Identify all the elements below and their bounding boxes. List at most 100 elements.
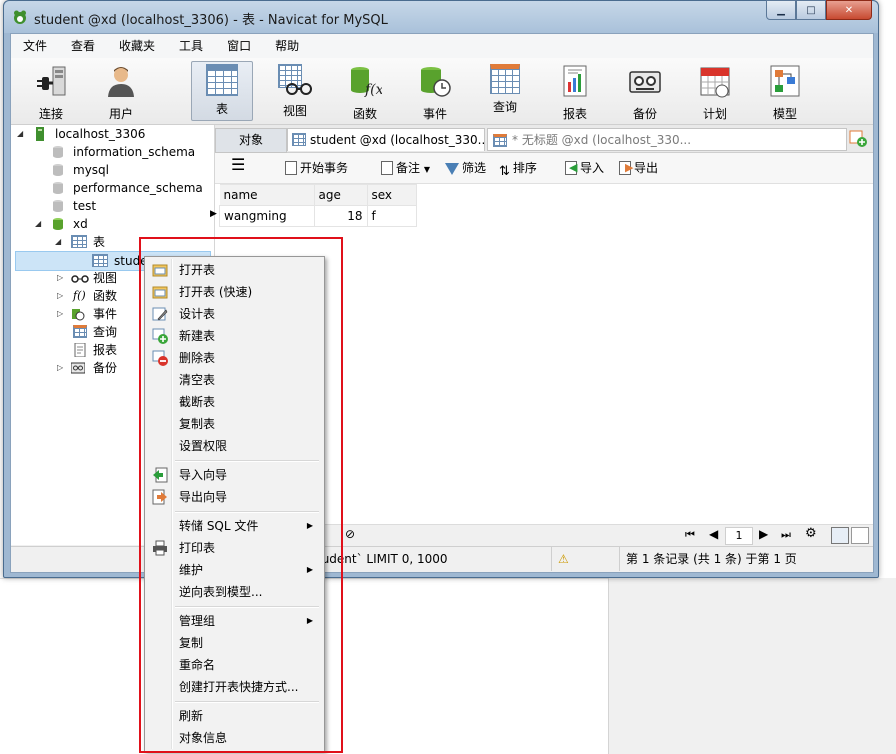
expand-arrow-icon[interactable]: ▷ bbox=[57, 269, 63, 287]
tab-untitled-query[interactable]: * 无标题 @xd (localhost_330... bbox=[487, 128, 847, 151]
stop-icon[interactable]: ⊘ bbox=[345, 527, 355, 541]
event-button[interactable]: 事件 bbox=[405, 62, 465, 121]
menu-item-object-info[interactable]: 对象信息 bbox=[147, 727, 321, 749]
new-query-icon[interactable] bbox=[847, 129, 869, 149]
first-page-icon[interactable]: ⏮ bbox=[685, 528, 695, 542]
menu-item-maintain[interactable]: 维护 ▶ bbox=[147, 559, 321, 581]
settings-gear-icon[interactable]: ⚙ bbox=[805, 526, 817, 541]
column-header-age[interactable]: age bbox=[313, 184, 368, 206]
menu-label: 逆向表到模型... bbox=[179, 585, 263, 599]
table-button[interactable]: 表 bbox=[191, 61, 253, 121]
cell-age[interactable]: 18 bbox=[313, 205, 368, 227]
menu-item-copy[interactable]: 复制 bbox=[147, 632, 321, 654]
import-wizard-icon bbox=[153, 467, 168, 483]
sort-icon: ⇅ bbox=[499, 164, 510, 179]
note-button[interactable]: 备注 ▼ bbox=[381, 160, 430, 178]
warning-icon[interactable]: ⚠ bbox=[551, 547, 619, 571]
database-label: xd bbox=[73, 217, 88, 231]
menu-label: 刷新 bbox=[179, 709, 204, 723]
collapse-arrow-icon[interactable]: ◢ bbox=[17, 125, 23, 143]
view-button[interactable]: 视图 bbox=[265, 62, 325, 120]
close-button[interactable]: ✕ bbox=[826, 0, 872, 20]
print-icon bbox=[153, 540, 167, 556]
menu-item-duplicate-table[interactable]: 复制表 bbox=[147, 413, 321, 435]
cell-name[interactable]: ▶ wangming bbox=[210, 205, 315, 227]
menu-help[interactable]: 帮助 bbox=[263, 34, 311, 58]
next-page-icon[interactable]: ▶ bbox=[759, 527, 768, 541]
menu-item-manage-group[interactable]: 管理组 ▶ bbox=[147, 610, 321, 632]
menu-window[interactable]: 窗口 bbox=[215, 34, 263, 58]
menu-item-set-permissions[interactable]: 设置权限 bbox=[147, 435, 321, 457]
sort-button[interactable]: ⇅ 排序 bbox=[499, 160, 537, 179]
schedule-button[interactable]: 计划 bbox=[685, 62, 745, 121]
menu-item-new-table[interactable]: 新建表 bbox=[147, 325, 321, 347]
tree-node-label: 视图 bbox=[93, 271, 118, 285]
submenu-arrow-icon: ▶ bbox=[306, 616, 313, 625]
menu-item-export-wizard[interactable]: 导出向导 bbox=[147, 486, 321, 508]
menu-label: 设置权限 bbox=[179, 439, 228, 453]
table-row[interactable]: ▶ wangming 18 f bbox=[210, 205, 417, 227]
expand-arrow-icon[interactable]: ▷ bbox=[57, 359, 63, 377]
dropdown-arrow-icon[interactable]: ▼ bbox=[424, 165, 430, 174]
menu-tools[interactable]: 工具 bbox=[167, 34, 215, 58]
expand-arrow-icon[interactable]: ▷ bbox=[57, 305, 63, 323]
hamburger-menu-icon[interactable]: ☰ bbox=[231, 157, 245, 173]
menu-item-refresh[interactable]: 刷新 bbox=[147, 705, 321, 727]
view-icon bbox=[278, 64, 312, 98]
filter-button[interactable]: 筛选 bbox=[445, 160, 486, 176]
connect-button[interactable]: 连接 bbox=[21, 62, 81, 121]
tab-objects[interactable]: 对象 bbox=[215, 128, 287, 153]
column-header-sex[interactable]: sex bbox=[366, 184, 417, 206]
backup-button[interactable]: 备份 bbox=[615, 62, 675, 121]
menu-item-rename[interactable]: 重命名 bbox=[147, 654, 321, 676]
menu-item-truncate-table[interactable]: 截断表 bbox=[147, 391, 321, 413]
menu-file[interactable]: 文件 bbox=[11, 34, 59, 58]
begin-transaction-button[interactable]: 开始事务 bbox=[285, 160, 348, 176]
page-number-input[interactable]: 1 bbox=[725, 527, 753, 545]
schedule-icon bbox=[700, 67, 730, 98]
previous-page-icon[interactable]: ◀ bbox=[709, 527, 718, 541]
minimize-button[interactable]: ▁ bbox=[766, 0, 796, 20]
model-button[interactable]: 模型 bbox=[755, 62, 815, 121]
menu-item-reverse-to-model[interactable]: 逆向表到模型... bbox=[147, 581, 321, 603]
collapse-arrow-icon[interactable]: ◢ bbox=[55, 233, 61, 251]
last-page-icon[interactable]: ⏭ bbox=[781, 528, 791, 542]
view-icon bbox=[71, 275, 89, 283]
menu-item-print-table[interactable]: 打印表 bbox=[147, 537, 321, 559]
table-icon bbox=[71, 235, 87, 248]
menu-item-delete-table[interactable]: 删除表 bbox=[147, 347, 321, 369]
menu-item-open-table[interactable]: 打开表 bbox=[147, 259, 321, 281]
user-label: 用户 bbox=[108, 107, 133, 121]
tab-student-table[interactable]: student @xd (localhost_330... bbox=[287, 128, 485, 151]
menu-item-import-wizard[interactable]: 导入向导 bbox=[147, 464, 321, 486]
expand-arrow-icon[interactable]: ▷ bbox=[57, 287, 63, 305]
menu-label: 创建打开表快捷方式... bbox=[179, 680, 299, 694]
report-button[interactable]: 报表 bbox=[545, 62, 605, 121]
user-button[interactable]: 用户 bbox=[91, 62, 151, 121]
query-button[interactable]: 查询 bbox=[475, 62, 535, 120]
menu-view[interactable]: 查看 bbox=[59, 34, 107, 58]
cell-sex[interactable]: f bbox=[366, 205, 417, 227]
menu-item-dump-sql[interactable]: 转储 SQL 文件 ▶ bbox=[147, 515, 321, 537]
export-button[interactable]: ▶ 导出 bbox=[619, 160, 658, 176]
tab-bar: 对象 student @xd (localhost_330... * 无标题 @… bbox=[215, 125, 873, 153]
grid-view-icon[interactable] bbox=[831, 527, 849, 544]
menu-item-open-table-fast[interactable]: 打开表 (快速) bbox=[147, 281, 321, 303]
collapse-arrow-icon[interactable]: ◢ bbox=[35, 215, 41, 233]
function-button[interactable]: f(x) 函数 bbox=[335, 62, 395, 121]
menu-item-create-shortcut[interactable]: 创建打开表快捷方式... bbox=[147, 676, 321, 698]
menu-item-empty-table[interactable]: 清空表 bbox=[147, 369, 321, 391]
tree-node-label: 事件 bbox=[93, 307, 118, 321]
view-label: 视图 bbox=[282, 104, 307, 118]
menu-item-design-table[interactable]: 设计表 bbox=[147, 303, 321, 325]
maximize-button[interactable]: □ bbox=[796, 0, 826, 20]
column-header-name[interactable]: name bbox=[219, 184, 315, 206]
status-records: 第 1 条记录 (共 1 条) 于第 1 页 bbox=[619, 547, 873, 571]
menu-favorites[interactable]: 收藏夹 bbox=[107, 34, 167, 58]
form-view-icon[interactable] bbox=[851, 527, 869, 544]
menu-bar: 文件 查看 收藏夹 工具 窗口 帮助 bbox=[11, 34, 873, 58]
query-label: 查询 bbox=[492, 100, 517, 114]
plug-icon bbox=[37, 66, 66, 96]
import-button[interactable]: ◀ 导入 bbox=[565, 160, 604, 176]
title-bar[interactable]: student @xd (localhost_3306) - 表 - Navic… bbox=[4, 0, 878, 33]
